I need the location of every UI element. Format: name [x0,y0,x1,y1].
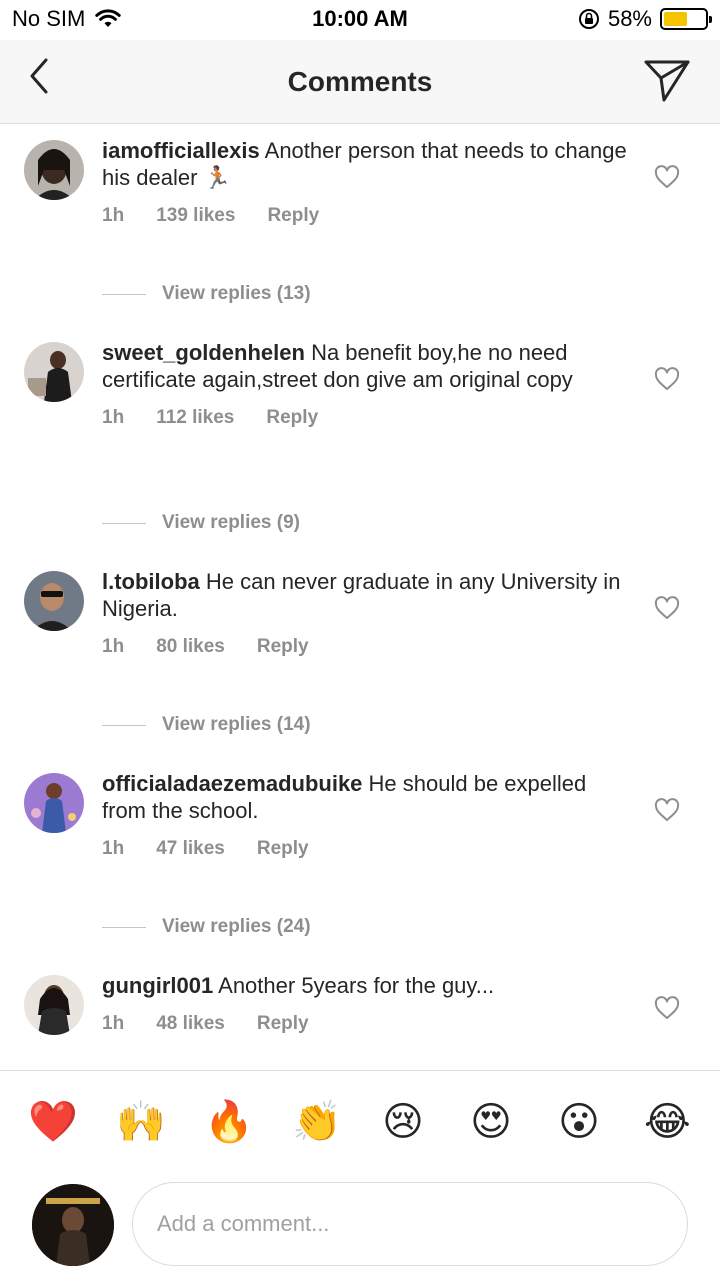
like-heart-icon[interactable] [654,596,680,620]
view-replies-button[interactable]: View replies (14) [102,714,311,736]
avatar[interactable] [24,571,84,631]
like-heart-icon[interactable] [654,165,680,189]
divider [102,522,146,524]
battery-percent: 58% [607,6,652,31]
comment-text: iamofficiallexis Another person that nee… [102,137,632,191]
divider [102,926,146,928]
comment-likes[interactable]: 80 likes [156,636,225,658]
rotation-lock-icon [578,9,599,29]
comment-body: iamofficiallexis Another person that nee… [102,137,632,227]
comment-meta: 1h 48 likes Reply [102,1013,632,1035]
comment-likes[interactable]: 139 likes [156,205,235,227]
reply-button[interactable]: Reply [257,636,309,658]
comment-username[interactable]: sweet_goldenhelen [102,340,305,365]
emoji-heart-eyes-button[interactable]: 😍 [468,1099,514,1145]
comment-input[interactable] [132,1182,688,1266]
like-heart-icon[interactable] [654,367,680,391]
reply-button[interactable]: Reply [257,1013,309,1035]
divider [102,293,146,295]
battery-icon [660,8,712,30]
comment-likes[interactable]: 48 likes [156,1013,225,1035]
share-button[interactable] [642,54,694,106]
view-replies-label: View replies (24) [162,916,311,937]
comment-username[interactable]: gungirl001 [102,973,213,998]
comment-username[interactable]: officialadaezemadubuike [102,771,362,796]
emoji-raising-hands-button[interactable]: 🙌 [116,1099,166,1145]
view-replies-label: View replies (13) [162,283,311,304]
divider [102,724,146,726]
current-user-avatar[interactable] [32,1184,114,1266]
comment-text: officialadaezemadubuike He should be exp… [102,770,632,824]
avatar[interactable] [24,342,84,402]
comment-username[interactable]: iamofficiallexis [102,138,260,163]
status-bar: No SIM 10:00 AM 58% [0,0,720,40]
comments-list[interactable]: iamofficiallexis Another person that nee… [0,125,720,1070]
like-heart-icon[interactable] [654,996,680,1020]
comment-likes[interactable]: 47 likes [156,838,225,860]
view-replies-button[interactable]: View replies (13) [102,283,311,305]
view-replies-button[interactable]: View replies (24) [102,916,311,938]
avatar-image [24,975,84,1035]
avatar-image [24,140,84,200]
comments-header: Comments [0,40,720,124]
comment-content: Another 5years for the guy... [213,973,495,998]
send-icon [644,60,690,102]
avatar-image [24,342,84,402]
battery-level [664,12,688,26]
avatar-image [24,571,84,631]
avatar-image [32,1184,114,1266]
view-replies-label: View replies (14) [162,714,311,735]
avatar-image [24,773,84,833]
avatar[interactable] [24,975,84,1035]
reply-button[interactable]: Reply [267,205,319,227]
emoji-surprised-face-button[interactable]: 😮 [556,1099,602,1145]
comment-time: 1h [102,205,125,226]
comment-username[interactable]: l.tobiloba [102,569,200,594]
page-title: Comments [287,66,433,97]
comment-meta: 1h 112 likes Reply [102,407,632,429]
reply-button[interactable]: Reply [266,407,318,429]
emoji-red-heart-button[interactable]: ❤️ [28,1099,78,1145]
avatar[interactable] [24,773,84,833]
comment-time: 1h [102,636,125,657]
comment-composer [0,1170,720,1280]
view-replies-label: View replies (9) [162,512,300,533]
comment-body: sweet_goldenhelen Na benefit boy,he no n… [102,339,632,429]
comment-text: sweet_goldenhelen Na benefit boy,he no n… [102,339,632,393]
comment-text: l.tobiloba He can never graduate in any … [102,568,632,622]
like-heart-icon[interactable] [654,798,680,822]
emoji-fire-button[interactable]: 🔥 [204,1099,254,1145]
reply-button[interactable]: Reply [257,838,309,860]
comment-time: 1h [102,838,125,859]
status-right: 58% [578,6,712,32]
comment-time: 1h [102,1013,125,1034]
comment-meta: 1h 139 likes Reply [102,205,632,227]
emoji-crying-face-button[interactable]: 😢 [380,1099,426,1145]
comment-likes[interactable]: 112 likes [156,407,234,429]
comment-meta: 1h 80 likes Reply [102,636,632,658]
emoji-tears-of-joy-button[interactable]: 😂 [644,1099,691,1145]
view-replies-button[interactable]: View replies (9) [102,512,300,534]
comment-body: officialadaezemadubuike He should be exp… [102,770,632,860]
comment-body: l.tobiloba He can never graduate in any … [102,568,632,658]
emoji-quick-bar: ❤️ 🙌 🔥 👏 😢 😍 😮 😂 [0,1070,720,1170]
comment-body: gungirl001 Another 5years for the guy...… [102,972,632,1035]
comment-time: 1h [102,407,125,428]
comment-meta: 1h 47 likes Reply [102,838,632,860]
comment-text: gungirl001 Another 5years for the guy... [102,972,632,999]
avatar[interactable] [24,140,84,200]
emoji-clapping-hands-button[interactable]: 👏 [292,1099,342,1145]
